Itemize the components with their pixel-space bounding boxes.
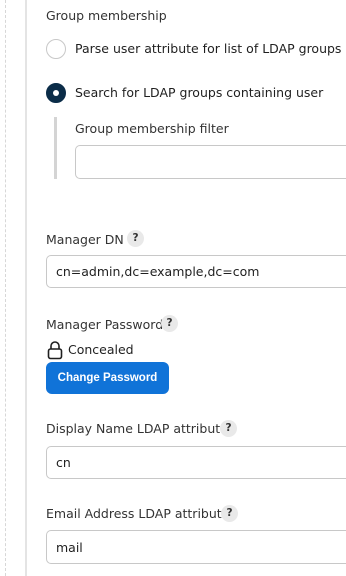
change-password-button[interactable]: Change Password	[46, 362, 169, 394]
group-membership-heading: Group membership	[46, 8, 167, 23]
manager-dn-input[interactable]: cn=admin,dc=example,dc=com	[46, 255, 346, 288]
manager-password-label: Manager Password	[46, 317, 164, 332]
outer-guide-line	[5, 0, 6, 576]
ldap-settings-panel: Group membership Parse user attribute fo…	[0, 0, 346, 576]
radio-parse-attribute-label[interactable]: Parse user attribute for list of LDAP gr…	[75, 41, 341, 56]
help-icon[interactable]: ?	[220, 420, 237, 437]
section-divider	[25, 0, 27, 576]
group-membership-filter-label: Group membership filter	[75, 121, 229, 136]
lock-icon	[47, 341, 63, 360]
display-name-attribute-input[interactable]: cn	[46, 446, 346, 479]
radio-search-groups-label[interactable]: Search for LDAP groups containing user	[75, 85, 323, 100]
email-attribute-label: Email Address LDAP attribute	[46, 506, 230, 521]
radio-parse-attribute[interactable]	[46, 39, 66, 59]
help-icon[interactable]: ?	[161, 315, 178, 332]
help-icon[interactable]: ?	[221, 505, 238, 522]
manager-dn-label: Manager DN	[46, 232, 124, 247]
password-status-text: Concealed	[68, 342, 134, 357]
email-attribute-input[interactable]: mail	[46, 530, 346, 564]
help-icon[interactable]: ?	[127, 230, 144, 247]
radio-search-groups[interactable]	[46, 83, 66, 103]
display-name-attribute-label: Display Name LDAP attribute	[46, 421, 228, 436]
group-membership-filter-input[interactable]	[75, 145, 346, 179]
nested-option-bar	[54, 117, 57, 179]
